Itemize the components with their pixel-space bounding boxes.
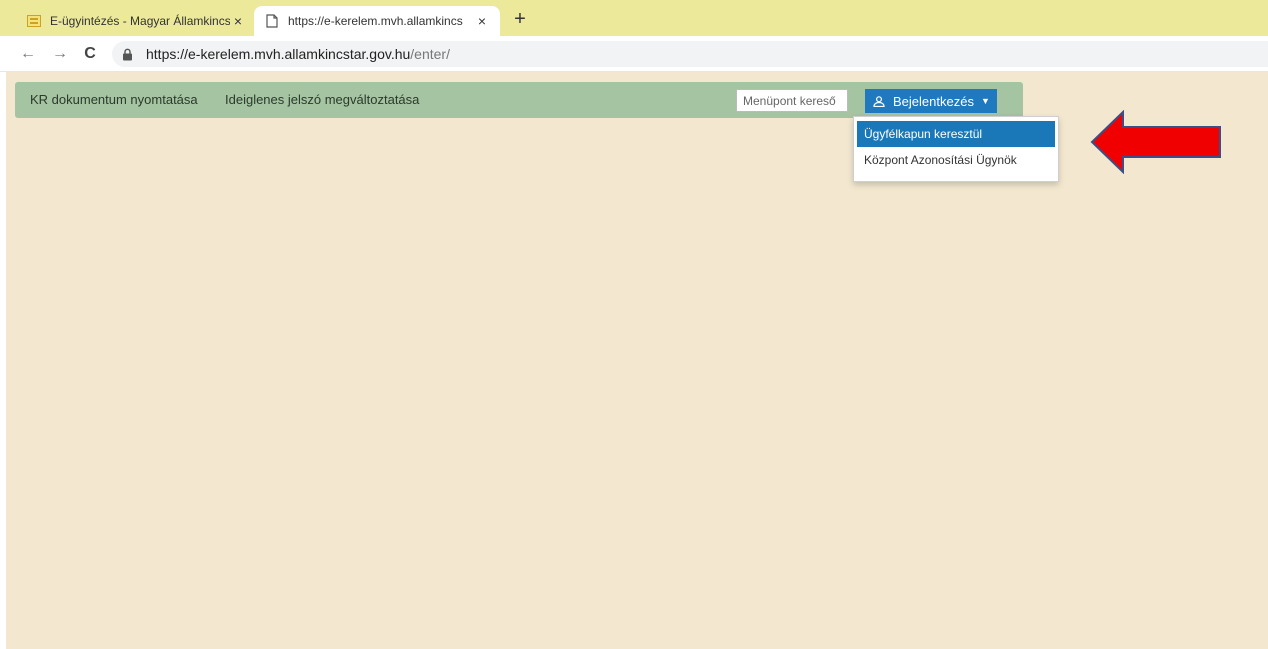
browser-tabstrip: E-ügyintézés - Magyar Államkincs × https… (0, 0, 1268, 36)
menu-item-kau[interactable]: Központ Azonosítási Ügynök (857, 147, 1055, 173)
url-path: /enter/ (410, 46, 450, 62)
forward-arrow-icon[interactable]: → (50, 44, 70, 64)
lock-icon (122, 48, 136, 61)
nav-link-ideiglenes-jelszo[interactable]: Ideiglenes jelszó megváltoztatása (225, 92, 419, 107)
login-dropdown-menu: Ügyfélkapun keresztül Központ Azonosítás… (853, 116, 1059, 182)
tab-e-ugyintezes[interactable]: E-ügyintézés - Magyar Államkincs × (16, 6, 256, 36)
menu-item-ugyfelkapu[interactable]: Ügyfélkapun keresztül (857, 121, 1055, 147)
url-host: https://e-kerelem.mvh.allamkincstar.gov.… (146, 46, 411, 62)
browser-toolbar: ← → C https://e-kerelem.mvh.allamkincsta… (0, 36, 1268, 72)
address-bar[interactable]: https://e-kerelem.mvh.allamkincstar.gov.… (112, 41, 1268, 67)
new-tab-button[interactable]: + (508, 8, 532, 32)
back-arrow-icon[interactable]: ← (18, 44, 38, 64)
page-content: KR dokumentum nyomtatása Ideiglenes jels… (6, 72, 1268, 649)
tab-close-icon[interactable]: × (230, 13, 246, 29)
kincstar-favicon-icon (26, 13, 42, 29)
reload-icon[interactable]: C (80, 44, 100, 64)
red-arrow-icon (1090, 110, 1221, 174)
tab-e-kerelem[interactable]: https://e-kerelem.mvh.allamkincs × (254, 6, 500, 36)
page-icon (264, 13, 280, 29)
tab-title: E-ügyintézés - Magyar Államkincs (50, 14, 230, 28)
login-label: Bejelentkezés (893, 93, 974, 109)
caret-down-icon: ▼ (980, 96, 990, 106)
nav-link-kr-dokumentum[interactable]: KR dokumentum nyomtatása (30, 92, 198, 107)
user-icon (873, 95, 887, 107)
main-navbar: KR dokumentum nyomtatása Ideiglenes jels… (15, 82, 1023, 118)
tab-close-icon[interactable]: × (474, 13, 490, 29)
menu-search-input[interactable]: Menüpont kereső (736, 89, 848, 112)
tab-title: https://e-kerelem.mvh.allamkincs (288, 14, 463, 28)
login-button[interactable]: Bejelentkezés ▼ (865, 89, 997, 113)
